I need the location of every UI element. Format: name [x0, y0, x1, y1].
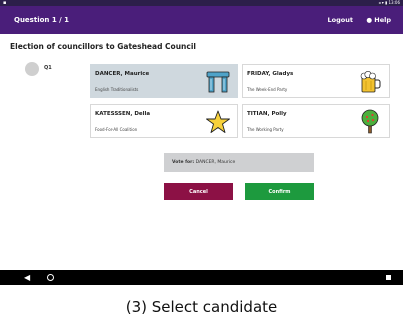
- back-icon[interactable]: ◀: [24, 272, 30, 283]
- tree-icon: [361, 109, 379, 134]
- candidate-party: Food-For-All Coalition: [95, 127, 138, 132]
- vote-for-label: Vote for:: [172, 160, 195, 165]
- help-icon: ●: [366, 16, 372, 24]
- help-label: Help: [374, 16, 391, 24]
- help-button[interactable]: ● Help: [366, 6, 391, 34]
- stonehenge-icon: [206, 71, 230, 93]
- candidate-party: The Working Party: [247, 127, 284, 132]
- candidate-card-katesssen[interactable]: KATESSSEN, Della Food-For-All Coalition: [90, 104, 238, 138]
- candidate-card-titian[interactable]: TITIAN, Polly The Working Party: [242, 104, 390, 138]
- cancel-button[interactable]: Cancel: [164, 183, 233, 200]
- vote-selected-name: DANCER, Maurice: [195, 160, 236, 165]
- candidate-name: DANCER, Maurice: [95, 71, 150, 77]
- confirm-button[interactable]: Confirm: [245, 183, 314, 200]
- logout-button[interactable]: Logout: [328, 6, 353, 34]
- candidate-name: KATESSSEN, Della: [95, 111, 151, 117]
- recent-apps-icon[interactable]: [386, 275, 391, 280]
- question-counter: Question 1 / 1: [14, 16, 69, 24]
- android-nav-bar: ◀: [0, 270, 403, 285]
- candidate-name: FRIDAY, Gladys: [247, 71, 294, 77]
- beer-mug-icon: [360, 70, 381, 93]
- candidate-card-dancer[interactable]: DANCER, Maurice English Traditionalists: [90, 64, 238, 98]
- candidate-party: English Traditionalists: [95, 87, 139, 92]
- star-icon: [206, 110, 230, 133]
- figure-caption: (3) Select candidate: [125, 298, 278, 316]
- app-header: Question 1 / 1 Logout ● Help: [0, 6, 403, 34]
- candidate-card-friday[interactable]: FRIDAY, Gladys The Week-End Party: [242, 64, 390, 98]
- candidate-name: TITIAN, Polly: [247, 111, 287, 117]
- election-title: Election of councillors to Gateshead Cou…: [10, 42, 196, 51]
- question-indicator: [25, 62, 39, 76]
- question-label: Q1: [44, 65, 52, 71]
- vote-summary: Vote for: DANCER, Maurice: [164, 153, 314, 172]
- home-icon[interactable]: [47, 274, 54, 281]
- candidate-party: The Week-End Party: [247, 87, 288, 92]
